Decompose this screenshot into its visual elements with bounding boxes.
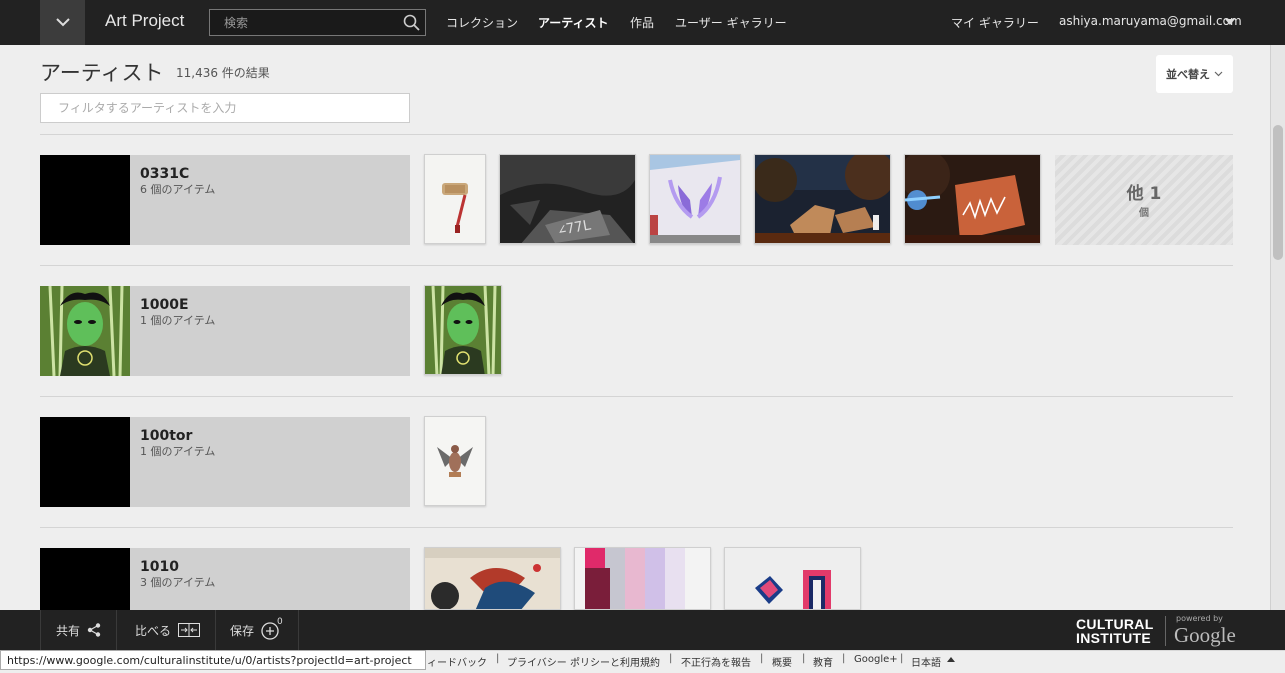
artwork-thumbnail[interactable] bbox=[424, 416, 486, 506]
footer-link-google-plus[interactable]: Google+ bbox=[854, 654, 898, 665]
artwork-thumbnail[interactable] bbox=[904, 154, 1041, 244]
chevron-down-icon bbox=[1214, 71, 1223, 77]
caret-up-icon[interactable] bbox=[947, 657, 955, 662]
artwork-image: ∠77L bbox=[500, 155, 635, 243]
artwork-image bbox=[755, 155, 890, 243]
footer-separator: | bbox=[802, 653, 806, 664]
artwork-image bbox=[425, 548, 560, 609]
footer-separator: | bbox=[900, 653, 904, 664]
artist-name: 1000E bbox=[140, 297, 189, 313]
artwork-image bbox=[425, 417, 485, 505]
footer-separator: | bbox=[760, 653, 764, 664]
artwork-thumbnail[interactable] bbox=[724, 547, 861, 610]
footer-link-education[interactable]: 教育 bbox=[813, 654, 833, 669]
artwork-thumbnail[interactable] bbox=[649, 154, 741, 244]
divider bbox=[40, 527, 1233, 528]
artwork-image bbox=[905, 155, 1040, 243]
artwork-thumbnail[interactable] bbox=[424, 154, 486, 244]
language-selector[interactable]: 日本語 bbox=[911, 654, 941, 669]
artist-name: 100tor bbox=[140, 428, 193, 444]
search-box[interactable] bbox=[209, 9, 426, 36]
artist-thumbnail bbox=[40, 286, 130, 376]
logo-divider bbox=[1165, 616, 1166, 646]
artist-thumbnail bbox=[40, 155, 130, 245]
artist-item-count: 1 個のアイテム bbox=[140, 314, 216, 327]
artwork-thumbnail[interactable] bbox=[754, 154, 891, 244]
nav-artists[interactable]: アーティスト bbox=[538, 14, 609, 31]
share-button[interactable]: 共有 bbox=[40, 610, 118, 650]
user-account-menu[interactable]: ashiya.maruyama@gmail.com bbox=[1059, 14, 1242, 28]
my-gallery-link[interactable]: マイ ギャラリー bbox=[951, 14, 1039, 31]
footer-link-feedback[interactable]: ィードバック bbox=[427, 654, 487, 669]
cultural-institute-logo[interactable]: CULTURAL INSTITUTE bbox=[1076, 617, 1154, 645]
artist-card-1000e[interactable]: 1000E 1 個のアイテム bbox=[40, 286, 410, 376]
footer-separator: | bbox=[842, 653, 846, 664]
logo-line-1: CULTURAL bbox=[1076, 616, 1154, 632]
compare-label: 比べる bbox=[135, 623, 172, 638]
brand-title[interactable]: Art Project bbox=[105, 11, 184, 31]
nav-artworks[interactable]: 作品 bbox=[630, 14, 654, 31]
artwork-thumbnail[interactable] bbox=[574, 547, 711, 610]
artwork-image bbox=[425, 155, 485, 243]
artist-name: 0331C bbox=[140, 166, 190, 182]
artist-item-count: 6 個のアイテム bbox=[140, 183, 216, 196]
share-icon bbox=[87, 623, 101, 637]
compare-icon bbox=[178, 623, 201, 637]
save-count: 0 bbox=[277, 617, 283, 627]
google-logo[interactable]: Google bbox=[1174, 623, 1236, 648]
artist-name: 1010 bbox=[140, 559, 179, 575]
footer-link-about[interactable]: 概要 bbox=[772, 654, 792, 669]
artwork-thumbnail[interactable]: ∠77L bbox=[499, 154, 636, 244]
page-title: アーティスト bbox=[40, 61, 164, 85]
artist-card-100tor[interactable]: 100tor 1 個のアイテム bbox=[40, 417, 410, 507]
search-input[interactable] bbox=[210, 10, 400, 35]
footer-separator: | bbox=[496, 653, 500, 664]
footer-link-privacy[interactable]: プライバシー ポリシーと利用規約 bbox=[507, 654, 660, 669]
account-caret-icon[interactable] bbox=[1225, 19, 1235, 25]
more-items-tile[interactable]: 他 1 個 bbox=[1055, 155, 1233, 245]
artwork-thumbnail[interactable] bbox=[424, 547, 561, 610]
artwork-image bbox=[650, 155, 740, 243]
chevron-down-icon bbox=[55, 18, 70, 27]
artwork-image bbox=[575, 548, 710, 609]
artist-item-count: 1 個のアイテム bbox=[140, 445, 216, 458]
save-button[interactable]: 保存 0 bbox=[215, 610, 300, 650]
status-bar-url: https://www.google.com/culturalinstitute… bbox=[0, 650, 426, 670]
nav-collections[interactable]: コレクション bbox=[446, 14, 518, 31]
artwork-image bbox=[425, 286, 501, 374]
result-count: 11,436 件の結果 bbox=[176, 66, 270, 80]
logo-line-2: INSTITUTE bbox=[1076, 630, 1152, 646]
artist-item-count: 3 個のアイテム bbox=[140, 576, 216, 589]
sort-button[interactable]: 並べ替え bbox=[1156, 55, 1233, 93]
artist-card-0331c[interactable]: 0331C 6 個のアイテム bbox=[40, 155, 410, 245]
divider bbox=[40, 134, 1233, 135]
artwork-image bbox=[40, 286, 130, 376]
compare-button[interactable]: 比べる bbox=[120, 610, 217, 650]
artist-thumbnail bbox=[40, 417, 130, 507]
save-label: 保存 bbox=[230, 623, 255, 638]
more-unit: 個 bbox=[1139, 208, 1149, 219]
search-icon[interactable] bbox=[403, 14, 421, 36]
artwork-image bbox=[725, 548, 860, 609]
footer-separator: | bbox=[669, 653, 673, 664]
more-count: 他 1 bbox=[1126, 184, 1162, 204]
plus-circle-icon: 0 bbox=[261, 617, 283, 640]
footer-link-report[interactable]: 不正行為を報告 bbox=[681, 654, 751, 669]
menu-toggle-button[interactable] bbox=[40, 0, 85, 45]
share-label: 共有 bbox=[56, 623, 81, 638]
powered-by-label: powered by bbox=[1176, 614, 1223, 623]
nav-user-galleries[interactable]: ユーザー ギャラリー bbox=[675, 14, 787, 31]
top-bar: Art Project コレクション アーティスト 作品 ユーザー ギャラリー … bbox=[0, 0, 1285, 45]
sort-label: 並べ替え bbox=[1166, 68, 1210, 81]
divider bbox=[40, 265, 1233, 266]
divider bbox=[40, 396, 1233, 397]
artist-filter-input[interactable] bbox=[40, 93, 410, 123]
scrollbar-thumb[interactable] bbox=[1273, 125, 1283, 260]
artwork-thumbnail[interactable] bbox=[424, 285, 502, 375]
